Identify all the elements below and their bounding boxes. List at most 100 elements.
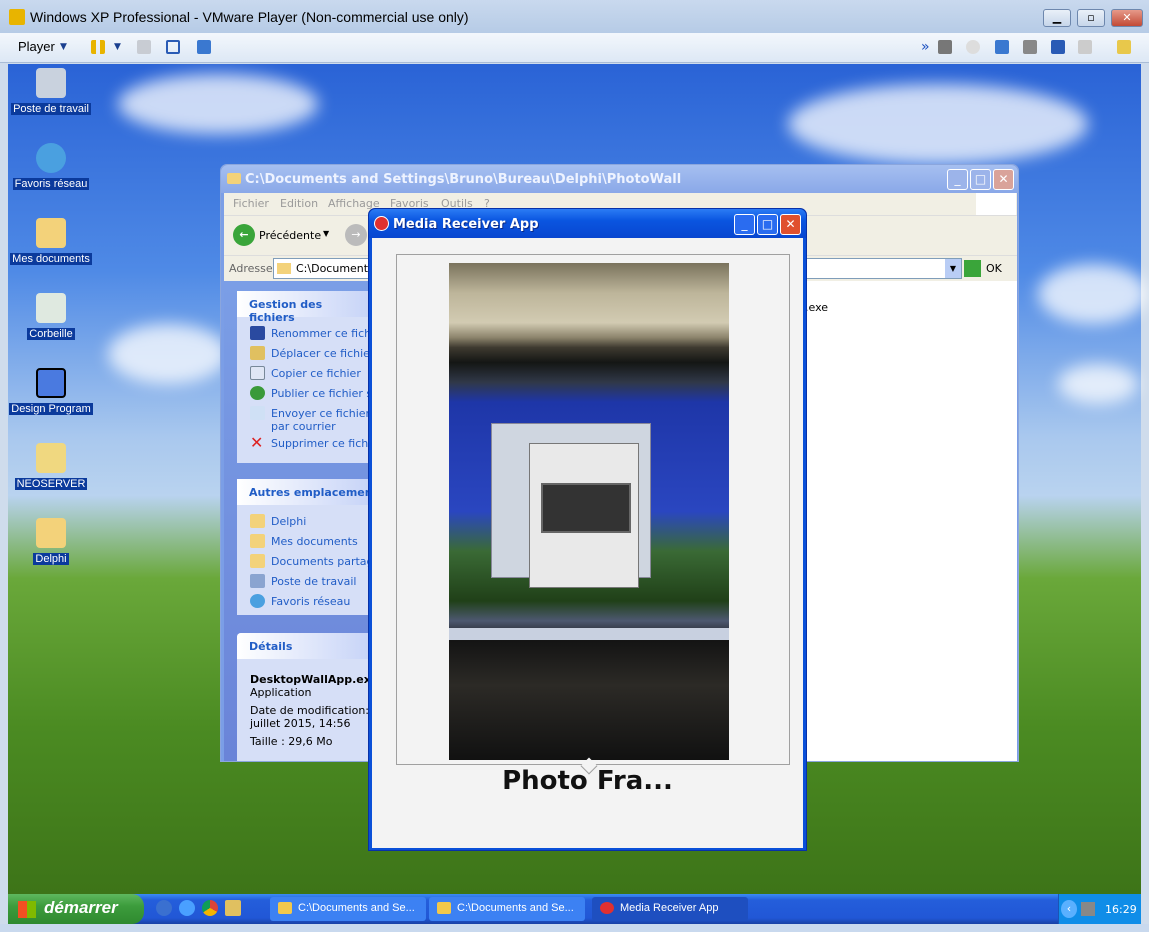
maximize-button[interactable]: ▫ <box>1077 9 1105 27</box>
file-tasks-title[interactable]: Gestion des fichiers <box>237 291 372 324</box>
cd-icon[interactable] <box>966 40 980 54</box>
taskbar-item-explorer-1[interactable]: C:\Documents and Se... <box>270 897 426 921</box>
quicklaunch-outlook-icon[interactable] <box>156 900 172 916</box>
details-title[interactable]: Détails <box>237 633 372 659</box>
desktop-icon-favoris-reseau[interactable]: Favoris réseau <box>6 143 96 190</box>
close-button[interactable]: ✕ <box>780 214 801 235</box>
tray-expand-icon[interactable]: ‹ <box>1061 900 1077 918</box>
place-delphi[interactable]: Delphi <box>237 511 372 531</box>
quicklaunch-app-icon[interactable] <box>225 900 241 916</box>
desktop-icon-poste-de-travail[interactable]: Poste de travail <box>6 68 96 115</box>
desktop-icon-corbeille[interactable]: Corbeille <box>6 293 96 340</box>
media-receiver-titlebar[interactable]: Media Receiver App _ □ ✕ <box>369 209 806 238</box>
chevron-down-icon[interactable]: ▼ <box>60 42 67 52</box>
desktop-icon-mes-documents[interactable]: Mes documents <box>6 218 96 265</box>
go-arrow-icon <box>964 260 981 277</box>
back-button[interactable]: ← Précédente ▼ <box>233 224 333 248</box>
pause-icon[interactable] <box>91 40 105 54</box>
desktop-icon-design-program[interactable]: Design Program <box>6 368 96 415</box>
detail-modified-date: juillet 2015, 14:56 <box>250 717 351 730</box>
chevron-down-icon[interactable]: ▼ <box>114 42 121 52</box>
task-copy[interactable]: Copier ce fichier <box>237 363 372 383</box>
app-icon <box>374 216 389 231</box>
maximize-button[interactable]: □ <box>757 214 778 235</box>
more-icon[interactable]: » <box>921 39 930 55</box>
sound-icon[interactable] <box>1051 40 1065 54</box>
desktop-icon-neoserver[interactable]: NEOSERVER <box>6 443 96 490</box>
folder-icon <box>227 173 241 184</box>
player-menu[interactable]: Player <box>18 39 55 54</box>
send-ctrl-alt-del-icon[interactable] <box>137 40 151 54</box>
received-photo[interactable] <box>449 263 729 760</box>
quicklaunch-ie-icon[interactable] <box>179 900 195 916</box>
explorer-titlebar[interactable]: C:\Documents and Settings\Bruno\Bureau\D… <box>221 165 1018 193</box>
unity-icon[interactable] <box>197 40 211 54</box>
folder-icon <box>250 554 265 568</box>
other-places-title[interactable]: Autres emplacements <box>237 479 372 505</box>
photo-caption: Photo Fra... <box>502 766 673 796</box>
folder-icon <box>36 518 66 548</box>
windows-logo-icon <box>976 193 1016 215</box>
folder-icon <box>278 902 292 914</box>
other-places-panel: Autres emplacements Delphi Mes documents… <box>237 479 372 615</box>
task-publish[interactable]: Publier ce fichier sur le Web <box>237 383 372 403</box>
computer-icon <box>36 68 66 98</box>
documents-folder-icon <box>36 218 66 248</box>
minimize-button[interactable]: _ <box>947 169 968 190</box>
detail-modified: Date de modification: ma <box>250 704 372 717</box>
photo-frame <box>396 254 790 765</box>
vmware-tools-icon[interactable] <box>1081 902 1095 916</box>
vmware-logo-icon <box>9 9 25 25</box>
detail-filename: DesktopWallApp.exe <box>250 673 372 686</box>
media-receiver-content: Photo Fra... <box>372 238 803 848</box>
minimize-button[interactable]: _ <box>734 214 755 235</box>
address-dropdown[interactable]: ▼ <box>945 259 961 278</box>
close-button[interactable]: ✕ <box>993 169 1014 190</box>
network-adapter-icon[interactable] <box>995 40 1009 54</box>
place-mes-documents[interactable]: Mes documents <box>237 531 372 551</box>
task-delete[interactable]: ✕ Supprimer ce fichier <box>237 433 372 453</box>
place-favoris-reseau[interactable]: Favoris réseau <box>237 591 372 611</box>
file-item[interactable]: .exe <box>805 301 828 314</box>
minimize-button[interactable]: ▁ <box>1043 9 1071 27</box>
vmware-toolbar: Player ▼ ▼ » <box>0 33 1149 63</box>
menu-fichier[interactable]: Fichier <box>233 197 269 210</box>
taskbar: démarrer C:\Documents and Se... C:\Docum… <box>8 894 1141 924</box>
fullscreen-icon[interactable] <box>166 40 180 54</box>
task-move[interactable]: Déplacer ce fichier <box>237 343 372 363</box>
maximize-button[interactable]: □ <box>970 169 991 190</box>
start-button[interactable]: démarrer <box>8 894 144 924</box>
forward-button[interactable]: → <box>345 224 367 246</box>
desktop-icon-delphi[interactable]: Delphi <box>6 518 96 565</box>
chevron-down-icon: ▼ <box>323 229 330 238</box>
back-arrow-icon: ← <box>233 224 255 246</box>
task-email[interactable]: Envoyer ce fichier par courrier électron… <box>237 403 372 433</box>
taskbar-item-explorer-2[interactable]: C:\Documents and Se... <box>429 897 585 921</box>
quicklaunch-chrome-icon[interactable] <box>202 900 218 916</box>
system-tray: ‹ 16:29 <box>1058 894 1141 924</box>
camera-icon[interactable] <box>1078 40 1092 54</box>
taskbar-item-media-receiver[interactable]: Media Receiver App <box>592 897 748 921</box>
message-log-icon[interactable] <box>1117 40 1131 54</box>
folder-icon <box>250 514 265 528</box>
detail-type: Application <box>250 686 312 699</box>
task-pane: Gestion des fichiers Renommer ce fichier… <box>224 281 372 761</box>
close-button[interactable]: ✕ <box>1111 9 1143 27</box>
move-icon <box>250 346 265 360</box>
copy-icon <box>250 366 265 380</box>
shortcut-icon <box>36 443 66 473</box>
media-receiver-title: Media Receiver App <box>393 217 539 232</box>
go-button[interactable]: OK <box>964 259 1014 279</box>
place-poste-de-travail[interactable]: Poste de travail <box>237 571 372 591</box>
task-rename[interactable]: Renommer ce fichier <box>237 323 372 343</box>
network-icon <box>250 594 265 608</box>
menu-edition[interactable]: Edition <box>280 197 318 210</box>
file-tasks-panel: Gestion des fichiers Renommer ce fichier… <box>237 291 372 463</box>
design-program-icon <box>36 368 66 398</box>
hard-disk-icon[interactable] <box>938 40 952 54</box>
globe-icon <box>250 386 265 400</box>
folder-icon <box>277 263 291 274</box>
vmware-title: Windows XP Professional - VMware Player … <box>30 9 469 25</box>
place-documents-partages[interactable]: Documents partagés <box>237 551 372 571</box>
printer-icon[interactable] <box>1023 40 1037 54</box>
